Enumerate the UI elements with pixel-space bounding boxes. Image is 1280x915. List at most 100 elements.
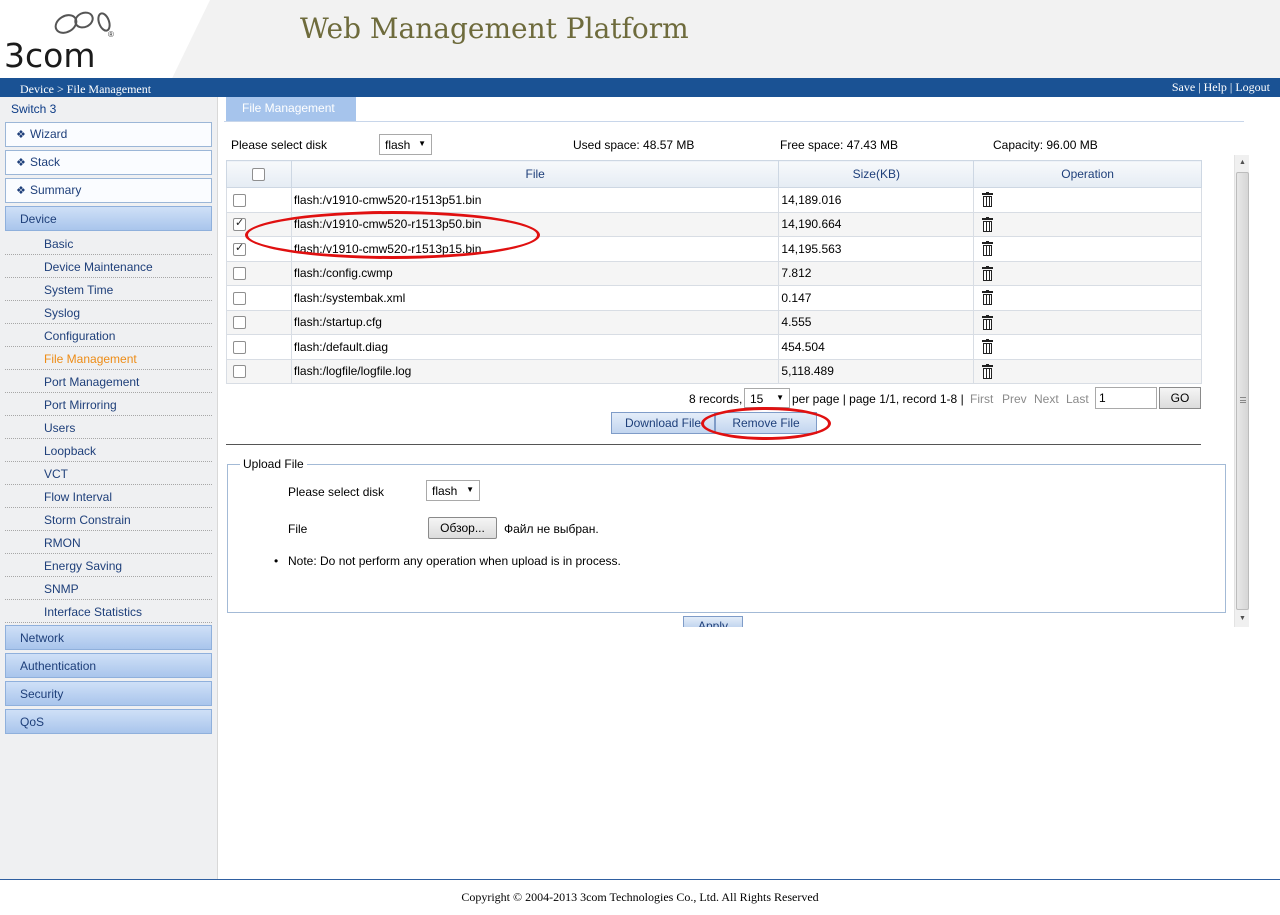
row-checkbox[interactable] [233, 340, 246, 354]
logout-link[interactable]: Logout [1235, 80, 1270, 94]
nav-item-stack[interactable]: ❖ Stack [5, 150, 212, 175]
top-nav-bar: Device > File Management Save | Help | L… [0, 78, 1280, 97]
file-name-cell: flash:/v1910-cmw520-r1513p50.bin [290, 211, 780, 237]
nav-sub-users[interactable]: Users [5, 416, 212, 439]
breadcrumb: Device > File Management [20, 82, 152, 96]
file-size-cell: 14,189.016 [778, 187, 975, 213]
prev-page-link[interactable]: Prev [1002, 392, 1027, 406]
bullet-icon: • [274, 554, 279, 568]
delete-icon[interactable] [982, 314, 994, 330]
upload-disk-select[interactable]: flash ▼ [426, 480, 480, 501]
operation-cell [973, 236, 1202, 262]
page-number-input[interactable]: 1 [1095, 387, 1157, 409]
file-label: File [288, 522, 308, 536]
header: 3com ® Web Management Platform [0, 0, 1280, 78]
nav-sub-file-management[interactable]: File Management [5, 347, 212, 370]
first-page-link[interactable]: First [970, 392, 993, 406]
browse-button[interactable]: Обзор... [428, 517, 497, 539]
upload-note: Note: Do not perform any operation when … [288, 554, 621, 568]
per-page-select[interactable]: 15 ▼ [744, 388, 790, 408]
delete-icon[interactable] [982, 265, 994, 281]
nav-sub-syslog[interactable]: Syslog [5, 301, 212, 324]
nav-sub-snmp[interactable]: SNMP [5, 577, 212, 600]
save-link[interactable]: Save [1172, 80, 1195, 94]
nav-sub-port-management[interactable]: Port Management [5, 370, 212, 393]
tab-file-management[interactable]: File Management [226, 97, 356, 121]
scroll-down-arrow-icon[interactable]: ▼ [1235, 610, 1250, 627]
delete-icon[interactable] [982, 192, 994, 208]
link-separator: | [1229, 80, 1233, 94]
nav-sub-interface-statistics[interactable]: Interface Statistics [5, 600, 212, 623]
main-content: File Management Please select disk flash… [224, 97, 1250, 880]
row-checkbox[interactable] [233, 316, 246, 330]
row-checkbox[interactable] [233, 241, 246, 256]
row-checkbox[interactable] [233, 267, 246, 281]
upload-legend: Upload File [240, 457, 307, 471]
row-select-cell [226, 187, 292, 213]
file-name-cell: flash:/systembak.xml [290, 285, 780, 311]
table-row: flash:/v1910-cmw520-r1513p51.bin 14,189.… [226, 187, 1202, 213]
file-table: File Size(KB) Operation flash:/v1910-cmw… [226, 160, 1202, 384]
scroll-thumb[interactable] [1236, 172, 1249, 610]
sidebar: Switch 3 ❖ Wizard ❖ Stack ❖ Summary Device … [0, 97, 218, 880]
nav-sub-system-time[interactable]: System Time [5, 278, 212, 301]
file-name-cell: flash:/config.cwmp [290, 260, 780, 286]
table-row: flash:/v1910-cmw520-r1513p15.bin 14,195.… [226, 236, 1202, 262]
nav-sub-loopback[interactable]: Loopback [5, 439, 212, 462]
nav-sub-energy-saving[interactable]: Energy Saving [5, 554, 212, 577]
capacity: Capacity: 96.00 MB [993, 138, 1098, 152]
download-file-button[interactable]: Download File [611, 412, 715, 434]
file-size-cell: 14,190.664 [778, 211, 975, 237]
select-all-checkbox[interactable] [252, 168, 266, 182]
disk-select[interactable]: flash ▼ [379, 134, 432, 155]
nav-category-security[interactable]: Security [5, 681, 212, 706]
scroll-up-arrow-icon[interactable]: ▲ [1235, 155, 1250, 172]
delete-icon[interactable] [982, 290, 994, 306]
nav-sub-flow-interval[interactable]: Flow Interval [5, 485, 212, 508]
file-name-cell: flash:/v1910-cmw520-r1513p15.bin [290, 236, 780, 262]
file-size-cell: 7.812 [778, 260, 975, 286]
go-button[interactable]: GO [1159, 387, 1201, 409]
nav-sub-port-mirroring[interactable]: Port Mirroring [5, 393, 212, 416]
operation-cell [973, 334, 1202, 360]
help-link[interactable]: Help [1204, 80, 1227, 94]
vertical-scrollbar[interactable]: ▲ ▼ [1234, 155, 1249, 627]
switch-name: Switch 3 [11, 102, 57, 116]
apply-button[interactable]: Apply [683, 616, 743, 627]
last-page-link[interactable]: Last [1066, 392, 1089, 406]
file-name-cell: flash:/default.diag [290, 334, 780, 360]
row-checkbox[interactable] [233, 365, 246, 379]
per-page-value: 15 [750, 392, 764, 406]
row-select-cell [226, 260, 292, 286]
delete-icon[interactable] [982, 241, 994, 257]
next-page-link[interactable]: Next [1034, 392, 1059, 406]
row-checkbox[interactable] [233, 291, 246, 305]
table-row: flash:/default.diag 454.504 [226, 334, 1202, 360]
operation-column-header: Operation [973, 160, 1202, 188]
row-checkbox[interactable] [233, 216, 246, 232]
nav-sub-rmon[interactable]: RMON [5, 531, 212, 554]
logo-panel: 3com ® [0, 0, 210, 78]
nav-sub-storm-constrain[interactable]: Storm Constrain [5, 508, 212, 531]
nav-sub-device-maintenance[interactable]: Device Maintenance [5, 255, 212, 278]
upload-disk-value: flash [432, 484, 458, 498]
nav-category-authentication[interactable]: Authentication [5, 653, 212, 678]
top-links: Save | Help | Logout [1172, 80, 1270, 95]
size-column-header: Size(KB) [778, 160, 975, 188]
delete-icon[interactable] [982, 363, 994, 379]
nav-item-wizard[interactable]: ❖ Wizard [5, 122, 212, 147]
nav-category-device[interactable]: Device [5, 206, 212, 231]
nav-sub-basic[interactable]: Basic [5, 232, 212, 255]
nav-sub-configuration[interactable]: Configuration [5, 324, 212, 347]
nav-category-network[interactable]: Network [5, 625, 212, 650]
row-checkbox[interactable] [233, 193, 246, 207]
nav-category-qos[interactable]: QoS [5, 709, 212, 734]
page-info: per page | page 1/1, record 1-8 | [792, 392, 964, 406]
delete-icon[interactable] [982, 216, 994, 232]
delete-icon[interactable] [982, 339, 994, 355]
nav-item-label: Wizard [30, 127, 68, 141]
brand-logo: 3com [4, 36, 96, 75]
remove-file-button[interactable]: Remove File [715, 412, 817, 434]
nav-sub-vct[interactable]: VCT [5, 462, 212, 485]
nav-item-summary[interactable]: ❖ Summary [5, 178, 212, 203]
